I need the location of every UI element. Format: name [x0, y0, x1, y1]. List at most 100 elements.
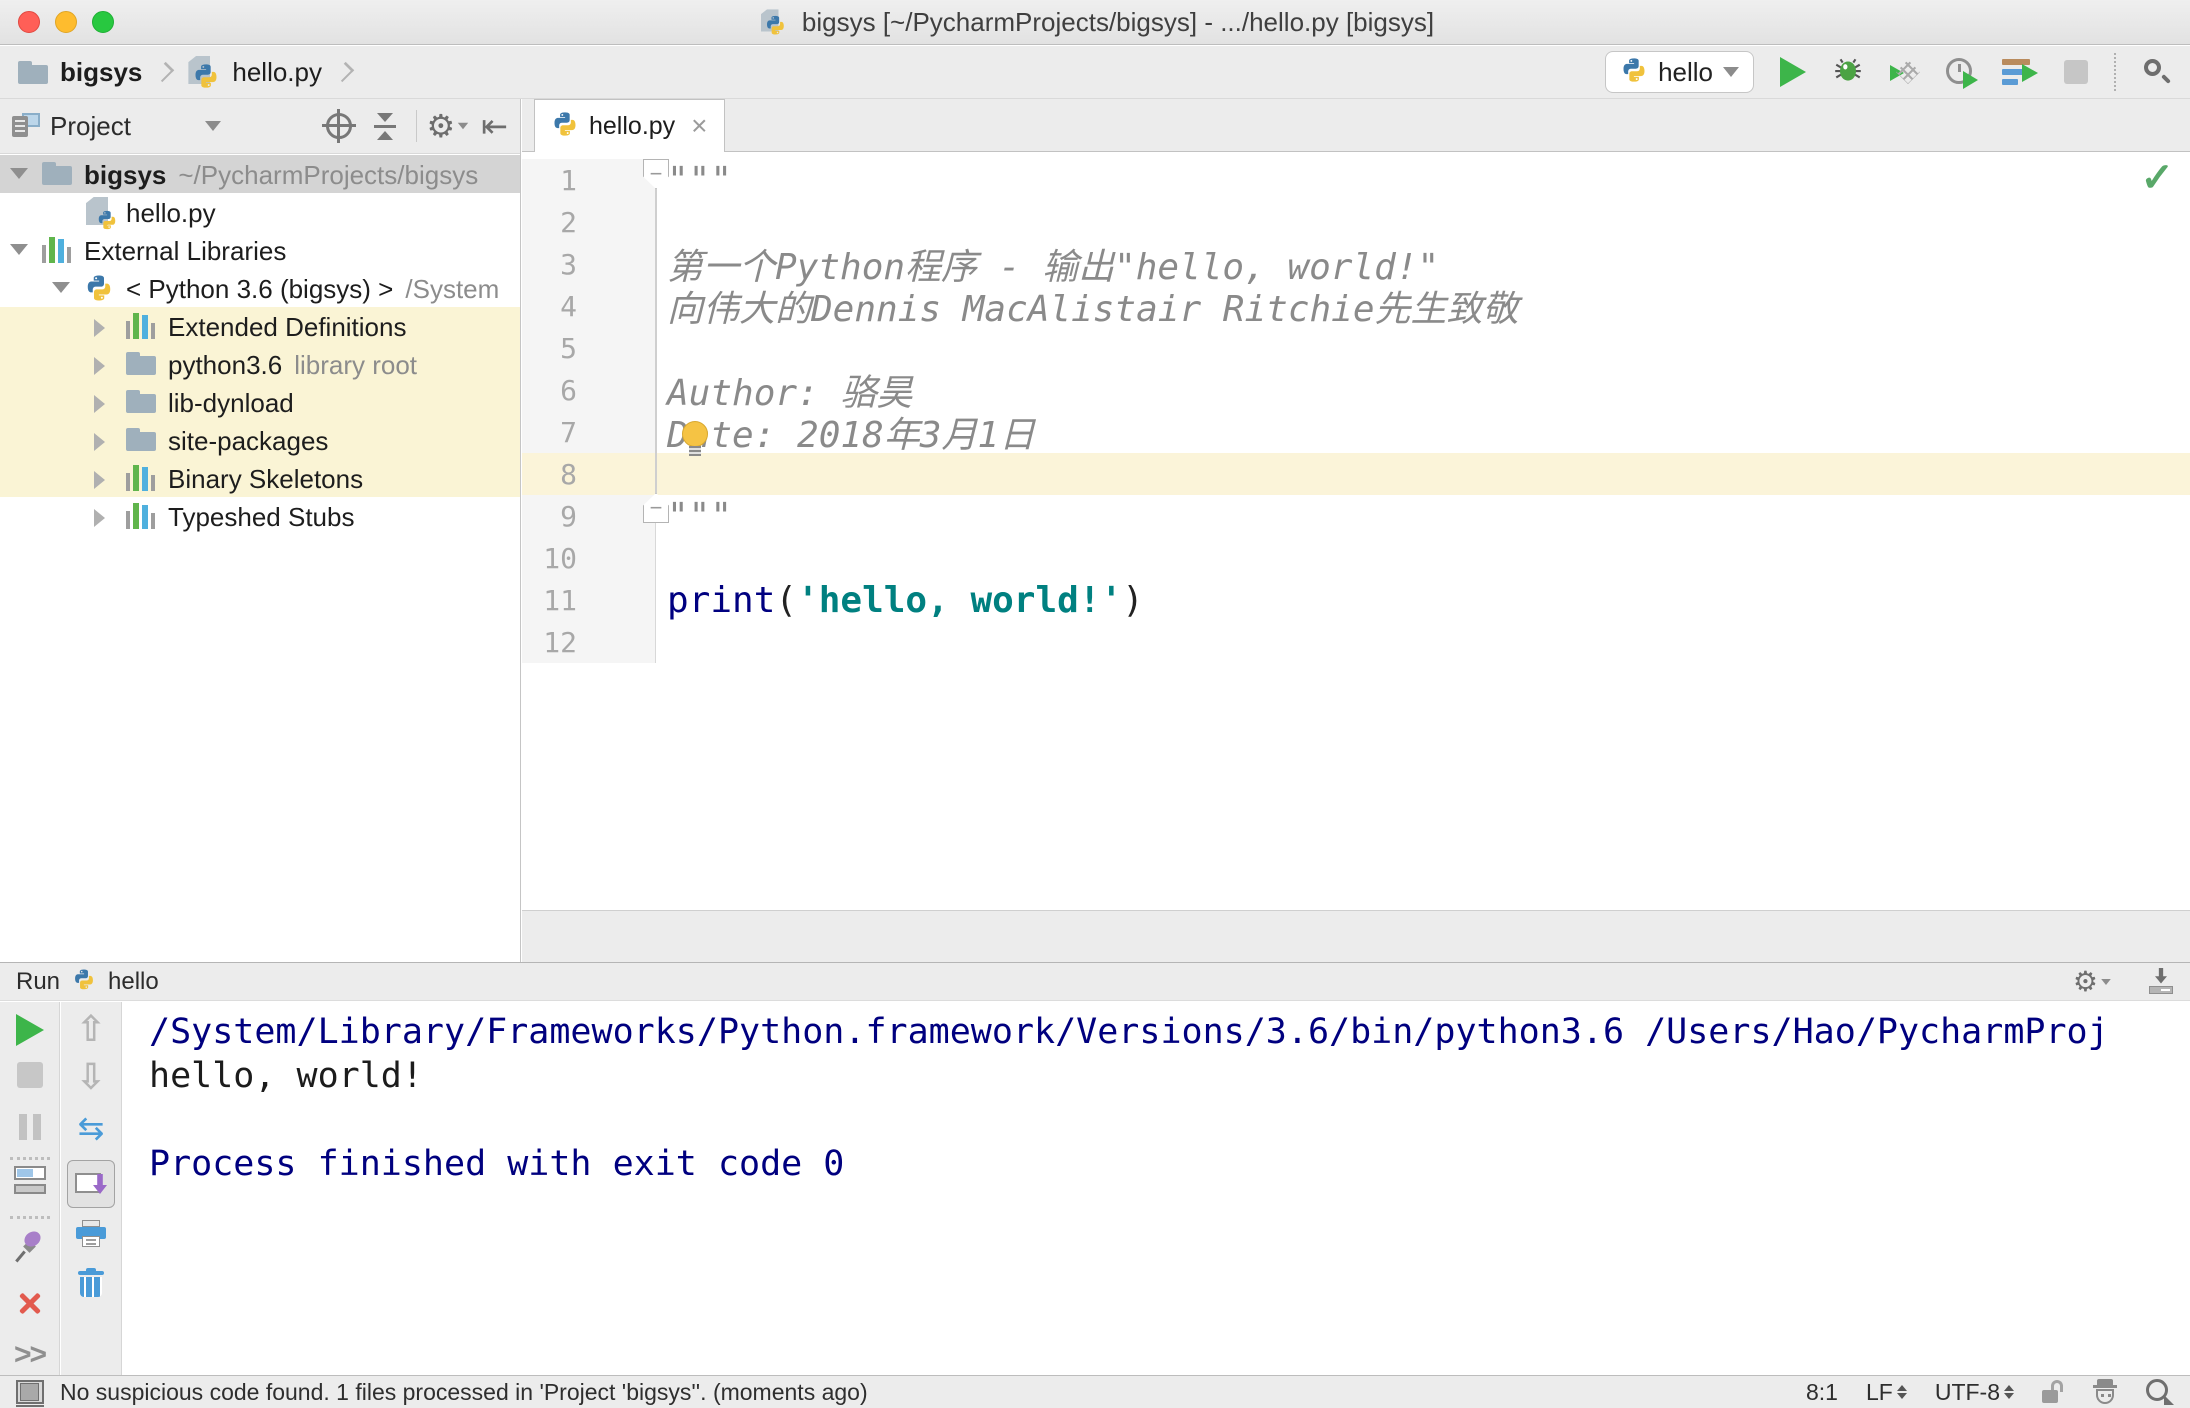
print-button[interactable] — [76, 1220, 106, 1248]
code-row-7[interactable]: 7 Date: 2018年3月1日 — [522, 411, 2190, 456]
pause-output-button[interactable] — [18, 1114, 41, 1140]
code-row-10[interactable]: 10 — [522, 537, 2190, 579]
chevron-down-icon[interactable] — [10, 168, 28, 179]
caret-position-widget[interactable]: 8:1 — [1806, 1379, 1838, 1406]
code-line[interactable] — [656, 327, 2190, 369]
line-number[interactable]: 6 — [522, 369, 601, 411]
fold-gutter[interactable] — [601, 243, 656, 285]
code-row-8[interactable]: 8 — [522, 453, 2190, 495]
tree-item-typeshed-stubs[interactable]: Typeshed Stubs — [0, 497, 520, 535]
code-line[interactable]: 第一个Python程序 - 输出"hello, world!" — [656, 243, 2190, 288]
close-tab-icon[interactable]: × — [691, 112, 707, 140]
stop-process-button[interactable] — [16, 1062, 43, 1088]
tree-item-bigsys[interactable]: bigsys ~/PycharmProjects/bigsys — [0, 155, 520, 193]
up-stack-trace-button[interactable]: ⇧ — [76, 1012, 106, 1048]
fold-gutter[interactable] — [601, 579, 656, 621]
code-row-4[interactable]: 4 向伟大的Dennis MacAlistair Ritchie先生致敬 — [522, 285, 2190, 330]
code-line[interactable]: 向伟大的Dennis MacAlistair Ritchie先生致敬 — [656, 285, 2190, 330]
hide-panel-button[interactable]: ⇤ — [481, 110, 508, 142]
fold-gutter[interactable] — [601, 537, 656, 579]
chevron-right-icon[interactable] — [94, 357, 105, 375]
encoding-widget[interactable]: UTF-8 — [1935, 1379, 2014, 1406]
down-stack-trace-button[interactable]: ⇩ — [76, 1060, 106, 1096]
profile-button[interactable] — [1946, 57, 1978, 89]
run-with-coverage-button[interactable] — [1890, 57, 1920, 87]
concurrency-diagram-button[interactable] — [2002, 57, 2038, 87]
chevron-down-icon[interactable] — [204, 121, 221, 131]
code-line[interactable] — [656, 453, 2190, 495]
zoom-window-button[interactable] — [92, 11, 114, 33]
code-row-6[interactable]: 6 Author: 骆昊 — [522, 369, 2190, 414]
dock-down-icon[interactable] — [2148, 967, 2174, 996]
code-row-11[interactable]: 11 print('hello, world!') — [522, 579, 2190, 621]
fold-gutter[interactable] — [601, 369, 656, 411]
fold-gutter[interactable] — [601, 327, 656, 369]
code-line[interactable] — [656, 621, 2190, 663]
code-row-1[interactable]: 1 """ — [522, 159, 2190, 201]
chevron-right-icon[interactable] — [94, 471, 105, 489]
run-settings-button[interactable]: ⚙ — [2073, 967, 2114, 996]
line-number[interactable]: 5 — [522, 327, 601, 369]
line-number[interactable]: 4 — [522, 285, 601, 327]
restore-layout-button[interactable] — [13, 1166, 46, 1194]
tree-item-python3-6[interactable]: python3.6 library root — [0, 345, 520, 383]
feedback-bubble-icon[interactable] — [2146, 1379, 2174, 1405]
chevron-down-icon[interactable] — [52, 282, 70, 293]
fold-gutter[interactable] — [601, 453, 656, 495]
soft-wrap-button[interactable]: ⇆ — [78, 1112, 105, 1144]
tree-item-extended-definitions[interactable]: Extended Definitions — [0, 307, 520, 345]
tree-item-hello-py[interactable]: hello.py — [0, 193, 520, 231]
fold-gutter[interactable] — [601, 201, 656, 243]
code-line[interactable]: print('hello, world!') — [656, 579, 2190, 621]
tree-item-site-packages[interactable]: site-packages — [0, 421, 520, 459]
line-number[interactable]: 8 — [522, 453, 601, 495]
line-number[interactable]: 7 — [522, 411, 601, 453]
scroll-to-end-button[interactable] — [67, 1160, 115, 1208]
line-number[interactable]: 10 — [522, 537, 601, 579]
code-line[interactable] — [656, 537, 2190, 579]
more-actions-button[interactable]: >> — [14, 1338, 47, 1372]
code-line[interactable]: """ — [656, 495, 2190, 537]
code-line[interactable] — [656, 201, 2190, 243]
search-everywhere-button[interactable] — [2142, 57, 2172, 87]
code-line[interactable]: Date: 2018年3月1日 — [656, 411, 2190, 456]
line-number[interactable]: 2 — [522, 201, 601, 243]
fold-gutter[interactable] — [601, 621, 656, 663]
code-line[interactable]: """ — [656, 159, 2190, 201]
locate-file-button[interactable] — [321, 109, 356, 143]
tool-window-quick-access-button[interactable] — [16, 1380, 44, 1407]
code-row-12[interactable]: 12 — [522, 621, 2190, 663]
intention-bulb-icon[interactable] — [682, 421, 710, 459]
tree-item-external-libraries[interactable]: External Libraries — [0, 231, 520, 269]
inspection-ok-icon[interactable]: ✓ — [2140, 155, 2174, 201]
collapse-all-button[interactable] — [372, 112, 398, 140]
minimize-window-button[interactable] — [55, 11, 77, 33]
fold-gutter[interactable] — [601, 285, 656, 327]
line-separator-widget[interactable]: LF — [1866, 1379, 1907, 1406]
chevron-down-icon[interactable] — [10, 244, 28, 255]
line-number[interactable]: 12 — [522, 621, 601, 663]
line-number[interactable]: 9 — [522, 495, 601, 537]
breadcrumb-item-file[interactable]: hello.py — [232, 57, 322, 88]
chevron-right-icon[interactable] — [94, 319, 105, 337]
chevron-right-icon[interactable] — [94, 509, 105, 527]
stop-button[interactable] — [2064, 60, 2088, 84]
code-line[interactable]: Author: 骆昊 — [656, 369, 2190, 414]
close-window-button[interactable] — [18, 11, 40, 33]
line-number[interactable]: 3 — [522, 243, 601, 285]
fold-gutter[interactable] — [601, 411, 656, 453]
close-panel-button[interactable] — [17, 1290, 43, 1316]
tree-item-binary-skeletons[interactable]: Binary Skeletons — [0, 459, 520, 497]
code-row-3[interactable]: 3 第一个Python程序 - 输出"hello, world!" — [522, 243, 2190, 288]
breadcrumb-item-project[interactable]: bigsys — [60, 57, 142, 88]
unlock-icon[interactable] — [2042, 1380, 2064, 1404]
console-output[interactable]: /System/Library/Frameworks/Python.framew… — [123, 1002, 2190, 1375]
editor-tab-hello-py[interactable]: hello.py × — [534, 99, 725, 152]
chevron-right-icon[interactable] — [94, 433, 105, 451]
code-row-5[interactable]: 5 — [522, 327, 2190, 369]
tree-item-python-3-6-bigsys[interactable]: < Python 3.6 (bigsys) > /System — [0, 269, 520, 307]
rerun-button[interactable] — [15, 1014, 44, 1046]
pin-tab-button[interactable] — [14, 1228, 45, 1264]
line-number[interactable]: 1 — [522, 159, 601, 201]
editor-body[interactable]: 1 """ 2 3 第一个Python程序 - 输出"hello, world!" 4 向伟… — [522, 153, 2190, 909]
